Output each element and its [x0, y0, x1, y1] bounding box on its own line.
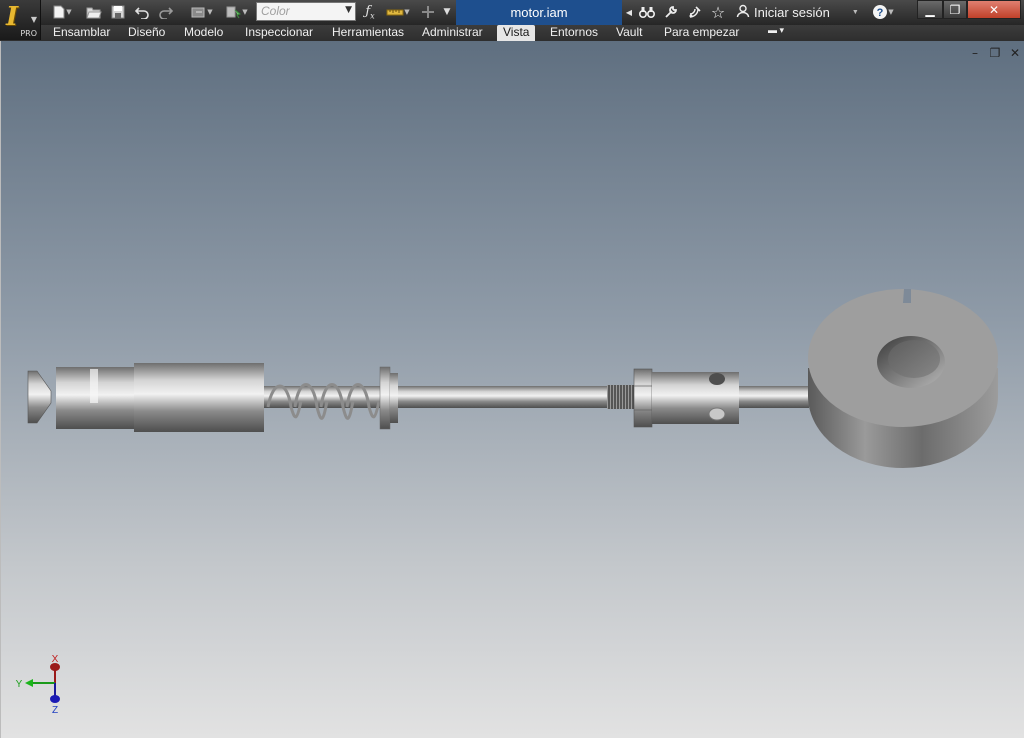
- undo-button[interactable]: [132, 3, 152, 21]
- inventor-logo-icon: I: [6, 2, 19, 32]
- save-icon: [111, 5, 125, 19]
- view-triad: X Y Z: [16, 654, 60, 716]
- tab-inspeccionar[interactable]: Inspeccionar: [245, 25, 313, 41]
- select-icon: [226, 5, 242, 19]
- assembly-model[interactable]: [1, 41, 1023, 738]
- color-combo[interactable]: Color ▼: [256, 2, 356, 21]
- shaft-end[interactable]: [739, 386, 809, 408]
- help-icon: ?: [872, 4, 888, 20]
- function-icon: ƒx: [365, 3, 375, 21]
- triad-x-label: X: [52, 654, 59, 665]
- document-title: motor.iam: [456, 0, 622, 25]
- update-icon: [191, 5, 207, 19]
- tab-ensamblar[interactable]: Ensamblar: [53, 25, 110, 41]
- chevron-down-icon: ▼: [30, 15, 37, 24]
- chevron-down-icon: ▼: [207, 8, 213, 16]
- open-icon: [86, 5, 102, 19]
- graphics-viewport[interactable]: – ❐ ✕ X Y Z: [0, 41, 1024, 738]
- ribbon-display-icon: ▬ ▾: [768, 25, 785, 35]
- favorites-button[interactable]: ☆: [708, 2, 728, 22]
- restore-icon: ❐: [949, 2, 961, 17]
- edition-badge: PRO: [20, 29, 37, 38]
- undo-icon: [135, 5, 149, 19]
- tab-herramientas[interactable]: Herramientas: [332, 25, 404, 41]
- title-bar: I ▼ PRO ▼ ▼ ▼ Color ▼ ƒx ▼ ▼ motor.iam ◀…: [0, 0, 1024, 40]
- triad-y-label: Y: [16, 679, 23, 690]
- tab-vista[interactable]: Vista: [497, 25, 536, 41]
- tab-administrar[interactable]: Administrar: [422, 25, 483, 41]
- plus-icon: [421, 5, 435, 19]
- plunger-tip[interactable]: [27, 370, 52, 424]
- close-icon: ✕: [988, 2, 1000, 17]
- help-button[interactable]: ? ▼: [866, 3, 900, 21]
- save-button[interactable]: [108, 3, 128, 21]
- function-button[interactable]: ƒx: [360, 3, 380, 21]
- cam-disc[interactable]: [808, 289, 998, 468]
- redo-icon: [159, 5, 173, 19]
- customize-button[interactable]: ▼: [440, 3, 454, 21]
- update-button[interactable]: ▼: [186, 3, 218, 21]
- svg-text:?: ?: [877, 7, 884, 19]
- search-help-button[interactable]: [637, 3, 657, 21]
- open-button[interactable]: [84, 3, 104, 21]
- signin-button[interactable]: Iniciar sesión ▼: [736, 3, 859, 21]
- tab-entornos[interactable]: Entornos: [550, 25, 598, 41]
- caret-left-icon: ◀: [625, 7, 633, 17]
- select-button[interactable]: ▼: [222, 3, 252, 21]
- star-icon: ☆: [710, 2, 726, 22]
- close-window-button[interactable]: ✕: [967, 0, 1021, 19]
- tab-vault[interactable]: Vault: [616, 25, 642, 41]
- new-icon: [52, 5, 66, 19]
- color-combo-value: Color: [261, 4, 290, 18]
- main-cylinder[interactable]: [134, 363, 264, 432]
- measure-icon: [386, 5, 404, 19]
- plunger-body[interactable]: [56, 367, 134, 429]
- ribbon-tabs: Ensamblar Diseño Modelo Inspeccionar Her…: [0, 25, 1024, 41]
- window-controls: ▁ ❐ ✕: [917, 0, 1021, 19]
- hex-nut[interactable]: [633, 368, 653, 428]
- plus-button[interactable]: [418, 3, 438, 21]
- minimize-button[interactable]: ▁: [917, 0, 943, 19]
- threaded-section[interactable]: [607, 385, 634, 409]
- drilled-sleeve[interactable]: [652, 372, 739, 424]
- application-menu-button[interactable]: I ▼ PRO: [0, 0, 41, 40]
- chevron-down-icon: ▼: [345, 5, 352, 15]
- chevron-down-icon: ▼: [66, 8, 72, 16]
- tab-para-empezar[interactable]: Para empezar: [664, 25, 739, 41]
- wrench-icon: [664, 5, 678, 19]
- new-button[interactable]: ▼: [48, 3, 76, 21]
- info-center-collapse[interactable]: ◀: [624, 3, 634, 21]
- tab-diseno[interactable]: Diseño: [128, 25, 165, 41]
- chevron-down-icon: ▼: [242, 8, 248, 16]
- communication-center-button[interactable]: [685, 3, 705, 21]
- redo-button[interactable]: [156, 3, 176, 21]
- subscription-button[interactable]: [661, 3, 681, 21]
- maximize-button[interactable]: ❐: [943, 0, 967, 19]
- chevron-down-icon: ▼: [404, 8, 410, 16]
- tab-modelo[interactable]: Modelo: [184, 25, 223, 41]
- chevron-down-icon: ▼: [851, 8, 859, 16]
- satellite-icon: [688, 5, 702, 19]
- ribbon-display-button[interactable]: ▬ ▾: [768, 25, 784, 41]
- triad-z-label: Z: [52, 705, 58, 716]
- measure-button[interactable]: ▼: [382, 3, 414, 21]
- customize-icon: ▼: [443, 7, 451, 17]
- flange-washer[interactable]: [379, 366, 398, 430]
- minimize-icon: ▁: [925, 2, 935, 17]
- binoculars-icon: [639, 5, 655, 19]
- user-icon: [736, 4, 750, 21]
- signin-label: Iniciar sesión: [754, 4, 830, 20]
- chevron-down-icon: ▼: [888, 8, 894, 16]
